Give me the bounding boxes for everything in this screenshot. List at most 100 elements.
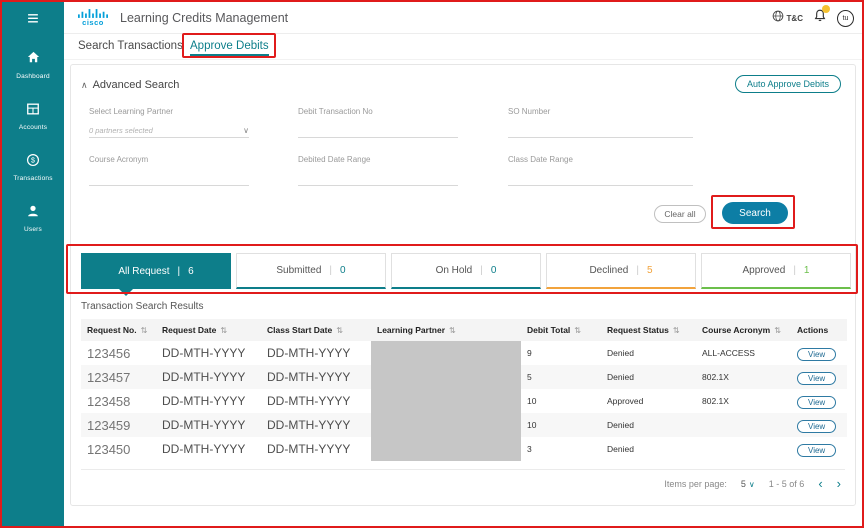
items-per-page-label: Items per page: bbox=[664, 478, 727, 489]
view-button[interactable]: View bbox=[797, 420, 837, 433]
sidebar-item-accounts[interactable]: Accounts bbox=[2, 95, 64, 138]
transactions-icon: $ bbox=[26, 153, 40, 172]
actions-cell: View bbox=[791, 341, 847, 365]
column-label: Learning Partner bbox=[377, 325, 446, 335]
column-header-actions: Actions bbox=[791, 319, 847, 341]
tab-search-transactions[interactable]: Search Transactions bbox=[78, 40, 183, 52]
sort-icon[interactable]: ⇅ bbox=[141, 326, 148, 335]
view-button[interactable]: View bbox=[797, 444, 837, 457]
active-tab-notch bbox=[119, 289, 133, 296]
status-tab-approved[interactable]: Approved | 1 bbox=[701, 253, 851, 289]
sidebar-item-label: Accounts bbox=[18, 124, 48, 131]
terms-link[interactable]: T&C bbox=[772, 9, 803, 27]
topbar: cisco Learning Credits Management T&C tu bbox=[64, 2, 862, 34]
debit-transaction-no-field[interactable]: Debit Transaction No bbox=[298, 107, 458, 138]
search-button[interactable]: Search bbox=[722, 202, 788, 224]
request-no-cell: 123456 bbox=[87, 345, 131, 361]
pagination: Items per page: 5 ∨ 1 - 5 of 6 ‹ › bbox=[664, 477, 841, 490]
debit-total-cell: 3 bbox=[527, 444, 532, 454]
sort-icon[interactable]: ⇅ bbox=[673, 326, 680, 335]
class-date-range-field[interactable]: Class Date Range bbox=[508, 155, 693, 186]
column-header-course-acronym[interactable]: Course Acronym ⇅ bbox=[696, 319, 791, 341]
sort-icon[interactable]: ⇅ bbox=[774, 326, 781, 335]
request-status-cell: Denied bbox=[607, 444, 634, 454]
status-tab-all-request[interactable]: All Request | 6 bbox=[81, 253, 231, 289]
column-header-class-start-date[interactable]: Class Start Date ⇅ bbox=[261, 319, 371, 341]
learning-partner-select[interactable]: Select Learning Partner 0 partners selec… bbox=[89, 107, 249, 138]
sort-icon[interactable]: ⇅ bbox=[336, 326, 343, 335]
prev-page-button[interactable]: ‹ bbox=[818, 477, 822, 490]
column-header-request-date[interactable]: Request Date ⇅ bbox=[156, 319, 261, 341]
accounts-icon bbox=[26, 102, 40, 121]
request-date-cell: DD-MTH-YYYY bbox=[162, 394, 246, 408]
results-title: Transaction Search Results bbox=[81, 301, 204, 312]
sidebar-item-label: Users bbox=[24, 226, 42, 233]
content-card: ∧ Advanced Search Auto Approve Debits Sel… bbox=[70, 64, 856, 506]
status-tab-count: 5 bbox=[646, 265, 653, 276]
table-row: 123458 DD-MTH-YYYY DD-MTH-YYYY 10 Approv… bbox=[81, 389, 847, 413]
divider: | bbox=[177, 265, 181, 277]
terms-label: T&C bbox=[786, 13, 803, 23]
items-per-page-select[interactable]: 5 ∨ bbox=[741, 479, 755, 489]
sidebar-item-users[interactable]: Users bbox=[2, 197, 64, 240]
column-label: Debit Total bbox=[527, 325, 571, 335]
debit-total-cell: 5 bbox=[527, 372, 532, 382]
app-window: ≡ Dashboard Accounts $ Transactions User… bbox=[0, 0, 864, 528]
field-label: Debited Date Range bbox=[298, 155, 371, 164]
divider: | bbox=[793, 265, 796, 276]
divider: | bbox=[329, 265, 333, 276]
column-header-learning-partner[interactable]: Learning Partner ⇅ bbox=[371, 319, 521, 341]
request-date-cell: DD-MTH-YYYY bbox=[162, 442, 246, 456]
next-page-button[interactable]: › bbox=[837, 477, 841, 490]
column-header-request-status[interactable]: Request Status ⇅ bbox=[601, 319, 696, 341]
sidebar-item-label: Transactions bbox=[13, 175, 53, 182]
table-row: 123450 DD-MTH-YYYY DD-MTH-YYYY 3 Denied … bbox=[81, 437, 847, 461]
field-label: Select Learning Partner bbox=[89, 107, 174, 116]
debited-date-range-field[interactable]: Debited Date Range bbox=[298, 155, 458, 186]
notifications-button[interactable] bbox=[813, 5, 830, 28]
class-start-date-cell: DD-MTH-YYYY bbox=[267, 418, 351, 432]
column-label: Class Start Date bbox=[267, 325, 333, 335]
status-tab-on-hold[interactable]: On Hold | 0 bbox=[391, 253, 541, 289]
status-tab-submitted[interactable]: Submitted | 0 bbox=[236, 253, 386, 289]
status-tab-label: All Request bbox=[118, 265, 170, 277]
sort-icon[interactable]: ⇅ bbox=[574, 326, 581, 335]
actions-cell: View bbox=[791, 389, 847, 413]
debit-total-cell: 10 bbox=[527, 396, 537, 406]
column-label: Actions bbox=[797, 325, 829, 335]
class-start-date-cell: DD-MTH-YYYY bbox=[267, 346, 351, 360]
items-per-page-value: 5 bbox=[740, 478, 746, 489]
sidebar-item-dashboard[interactable]: Dashboard bbox=[2, 43, 64, 87]
course-acronym-cell: 802.1X bbox=[702, 372, 729, 382]
status-tab-declined[interactable]: Declined | 5 bbox=[546, 253, 696, 289]
debit-total-cell: 9 bbox=[527, 348, 532, 358]
column-header-debit-total[interactable]: Debit Total ⇅ bbox=[521, 319, 601, 341]
view-button[interactable]: View bbox=[797, 396, 837, 409]
field-label: Debit Transaction No bbox=[298, 107, 373, 116]
actions-cell: View bbox=[791, 413, 847, 437]
table-header-row: Request No. ⇅ Request Date ⇅ Class Start D… bbox=[81, 319, 847, 341]
column-label: Request Status bbox=[607, 325, 669, 335]
column-header-request-no[interactable]: Request No. ⇅ bbox=[81, 319, 156, 341]
so-number-field[interactable]: SO Number bbox=[508, 107, 693, 138]
page-title: Learning Credits Management bbox=[120, 10, 289, 25]
request-status-cell: Denied bbox=[607, 420, 634, 430]
topbar-actions: T&C tu bbox=[772, 2, 854, 34]
field-value: 0 partners selected bbox=[89, 126, 153, 135]
menu-icon[interactable]: ≡ bbox=[27, 9, 39, 29]
sidebar-item-transactions[interactable]: $ Transactions bbox=[2, 146, 64, 189]
debit-total-cell: 10 bbox=[527, 420, 537, 430]
advanced-search-toggle[interactable]: ∧ Advanced Search bbox=[81, 79, 179, 91]
tab-approve-debits[interactable]: Approve Debits bbox=[190, 40, 269, 56]
status-tab-label: On Hold bbox=[435, 265, 473, 276]
status-tab-count: 1 bbox=[803, 265, 810, 276]
view-button[interactable]: View bbox=[797, 348, 837, 361]
clear-all-button[interactable]: Clear all bbox=[654, 205, 706, 223]
status-tab-count: 6 bbox=[188, 265, 194, 277]
avatar[interactable]: tu bbox=[837, 9, 854, 27]
view-button[interactable]: View bbox=[797, 372, 837, 385]
sort-icon[interactable]: ⇅ bbox=[449, 326, 456, 335]
course-acronym-field[interactable]: Course Acronym bbox=[89, 155, 249, 186]
sort-icon[interactable]: ⇅ bbox=[220, 326, 227, 335]
auto-approve-debits-button[interactable]: Auto Approve Debits bbox=[734, 75, 841, 93]
